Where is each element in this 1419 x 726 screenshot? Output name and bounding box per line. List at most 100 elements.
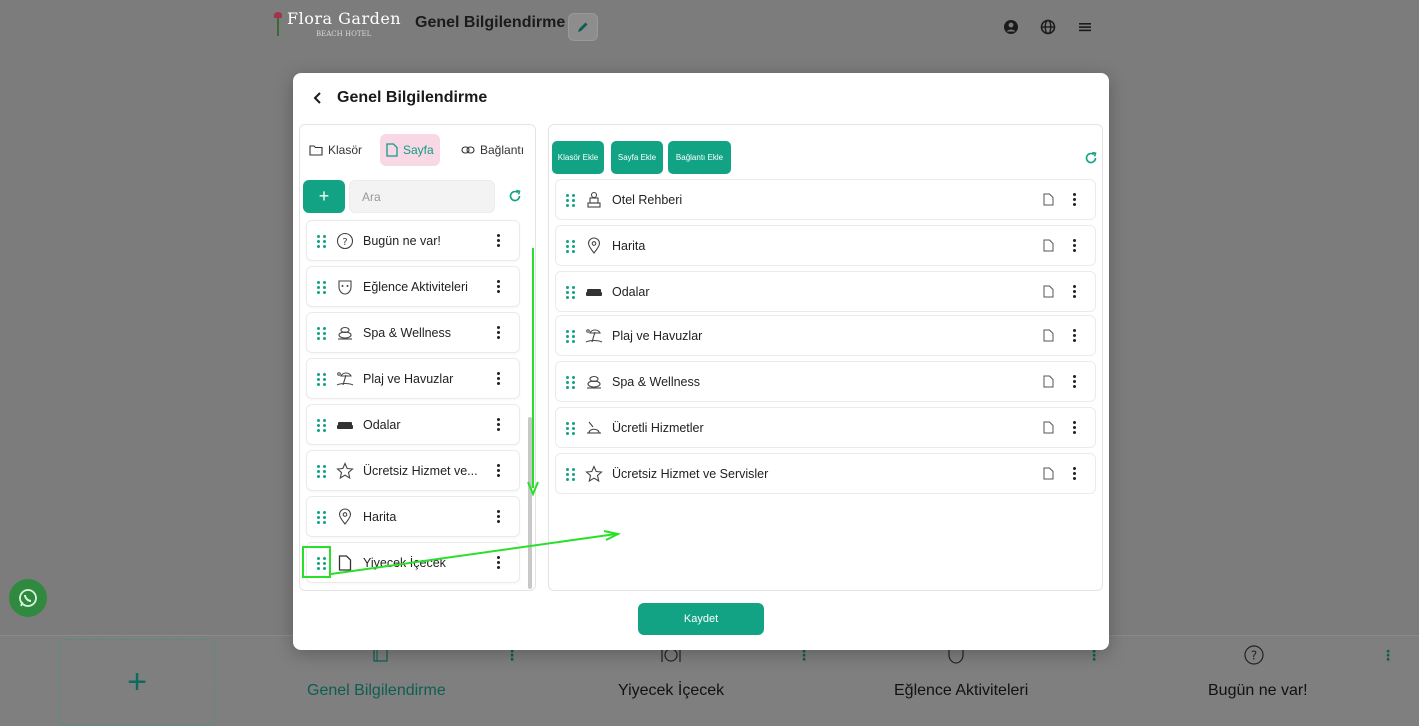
nav-item-menu-icon[interactable]: ⋮	[505, 648, 519, 664]
drag-handle-icon[interactable]	[566, 467, 576, 481]
menu-list-item[interactable]: Otel Rehberi	[555, 179, 1096, 220]
refresh-icon[interactable]	[1083, 150, 1099, 166]
list-item-label: Yiyecek İçecek	[363, 555, 446, 570]
nav-item-menu-icon[interactable]: ⋮	[1087, 648, 1101, 664]
menu-item-label: Harita	[612, 238, 646, 253]
add-link-button[interactable]: Bağlantı Ekle	[668, 141, 731, 174]
refresh-icon[interactable]	[507, 188, 523, 204]
pencil-icon	[578, 22, 588, 32]
more-options-icon[interactable]	[491, 371, 505, 387]
save-button[interactable]: Kaydet	[638, 603, 764, 635]
list-item-label: Spa & Wellness	[363, 325, 452, 340]
modal-title: Genel Bilgilendirme	[337, 89, 488, 106]
drag-handle-icon[interactable]	[317, 326, 327, 340]
list-item[interactable]: ? Bugün ne var!	[306, 220, 520, 261]
tab-klasor[interactable]: Klasör	[303, 134, 368, 166]
bed-icon	[585, 283, 603, 301]
list-item[interactable]: Harita	[306, 496, 520, 537]
page-icon	[1041, 192, 1055, 208]
menu-item-label: Ücretsiz Hizmet ve Servisler	[612, 466, 769, 481]
svg-text:?: ?	[342, 237, 347, 248]
list-scrollbar[interactable]	[528, 417, 532, 589]
nav-item-bugun-ne-var[interactable]: ? ⋮ Bugün ne var!	[1170, 636, 1400, 726]
beach-icon	[585, 327, 603, 345]
drag-handle-icon[interactable]	[566, 421, 576, 435]
hotel-logo[interactable]: Flora Garden BEACH HOTEL	[272, 10, 402, 40]
add-item-button[interactable]: +	[303, 180, 345, 213]
nav-item-menu-icon[interactable]: ⋮	[797, 648, 811, 664]
more-options-icon[interactable]	[1067, 192, 1081, 208]
drag-handle-icon[interactable]	[317, 372, 327, 386]
add-folder-button[interactable]: Klasör Ekle	[552, 141, 604, 174]
drag-handle-icon[interactable]	[566, 193, 576, 207]
beach-icon	[336, 370, 354, 388]
globe-icon[interactable]	[1040, 19, 1056, 35]
map-pin-icon	[336, 508, 354, 526]
account-icon[interactable]	[1003, 19, 1019, 35]
drag-handle-icon[interactable]	[566, 285, 576, 299]
list-item[interactable]: Ücretsiz Hizmet ve...	[306, 450, 520, 491]
drag-handle-icon[interactable]	[317, 464, 327, 478]
menu-list-item[interactable]: Spa & Wellness	[555, 361, 1096, 402]
whatsapp-button[interactable]	[9, 579, 47, 617]
page-icon	[1041, 466, 1055, 482]
drag-highlight-box	[302, 546, 331, 578]
menu-list-item[interactable]: Ücretsiz Hizmet ve Servisler	[555, 453, 1096, 494]
menu-list-item[interactable]: Ücretli Hizmetler	[555, 407, 1096, 448]
menu-list-item[interactable]: Harita	[555, 225, 1096, 266]
more-options-icon[interactable]	[1067, 420, 1081, 436]
map-pin-icon	[585, 237, 603, 255]
menu-list-item[interactable]: Odalar	[555, 271, 1096, 312]
edit-menu-modal: Genel Bilgilendirme Klasör Sayfa Bağlant…	[293, 73, 1109, 650]
tab-sayfa[interactable]: Sayfa	[380, 134, 440, 166]
list-item[interactable]: Spa & Wellness	[306, 312, 520, 353]
tab-baglanti[interactable]: Bağlantı	[455, 134, 530, 166]
page-icon	[386, 143, 398, 157]
more-options-icon[interactable]	[1067, 238, 1081, 254]
more-options-icon[interactable]	[491, 279, 505, 295]
logo-subtext: BEACH HOTEL	[316, 30, 372, 38]
add-menu-item-button[interactable]: +	[59, 639, 215, 725]
page-icon	[1041, 374, 1055, 390]
more-options-icon[interactable]	[1067, 374, 1081, 390]
page-icon	[1041, 284, 1055, 300]
menu-list-item[interactable]: Plaj ve Havuzlar	[555, 315, 1096, 356]
more-options-icon[interactable]	[1067, 284, 1081, 300]
more-options-icon[interactable]	[491, 555, 505, 571]
tab-label: Sayfa	[403, 143, 434, 157]
more-options-icon[interactable]	[1067, 466, 1081, 482]
nav-item-menu-icon[interactable]: ⋮	[1381, 648, 1395, 664]
page-title: Genel Bilgilendirme	[415, 14, 566, 31]
more-options-icon[interactable]	[1067, 328, 1081, 344]
more-options-icon[interactable]	[491, 417, 505, 433]
list-item[interactable]: Yiyecek İçecek	[306, 542, 520, 583]
drag-handle-icon[interactable]	[566, 375, 576, 389]
folder-icon	[309, 145, 323, 156]
list-item[interactable]: Eğlence Aktiviteleri	[306, 266, 520, 307]
drag-handle-icon[interactable]	[317, 280, 327, 294]
list-item-label: Harita	[363, 509, 397, 524]
menu-icon[interactable]	[1077, 19, 1093, 35]
drag-handle-icon[interactable]	[317, 234, 327, 248]
back-chevron-icon[interactable]	[311, 91, 325, 105]
more-options-icon[interactable]	[491, 463, 505, 479]
tab-label: Bağlantı	[480, 143, 525, 157]
list-item[interactable]: Plaj ve Havuzlar	[306, 358, 520, 399]
drag-handle-icon[interactable]	[566, 329, 576, 343]
add-page-button[interactable]: Sayfa Ekle	[611, 141, 663, 174]
drag-handle-icon[interactable]	[317, 418, 327, 432]
more-options-icon[interactable]	[491, 509, 505, 525]
more-options-icon[interactable]	[491, 233, 505, 249]
search-input[interactable]	[349, 180, 495, 213]
link-icon	[461, 146, 475, 154]
more-options-icon[interactable]	[491, 325, 505, 341]
app-header: Flora Garden BEACH HOTEL Genel Bilgilend…	[0, 0, 1419, 64]
drag-handle-icon[interactable]	[317, 510, 327, 524]
whatsapp-icon	[19, 589, 37, 607]
star-icon	[336, 461, 354, 480]
edit-title-button[interactable]	[568, 13, 598, 41]
list-item-label: Plaj ve Havuzlar	[363, 371, 454, 386]
list-item[interactable]: Odalar	[306, 404, 520, 445]
nav-item-label: Bugün ne var!	[1208, 682, 1308, 699]
drag-handle-icon[interactable]	[566, 239, 576, 253]
